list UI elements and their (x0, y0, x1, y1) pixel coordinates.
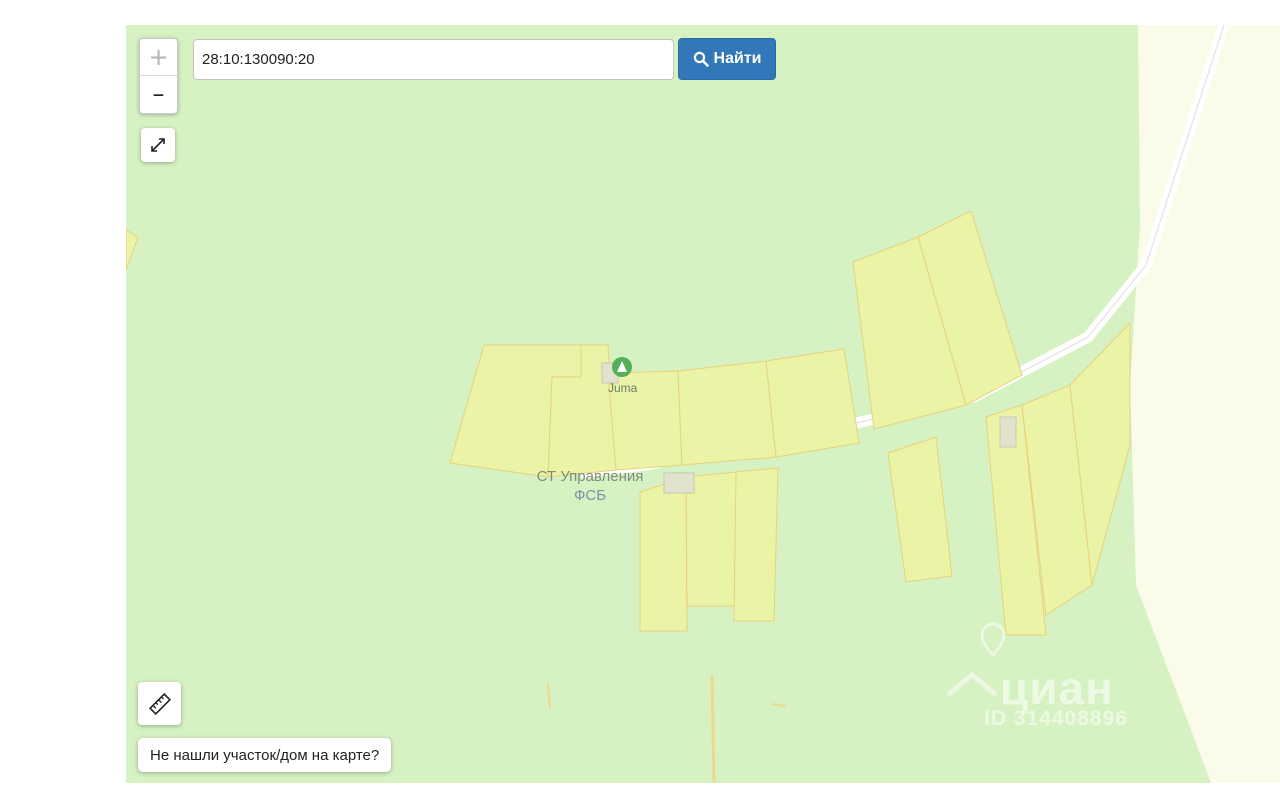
settlement-label-line1: СТ Управления (536, 468, 644, 485)
parcel (765, 348, 860, 458)
not-found-button[interactable]: Не нашли участок/дом на карте? (138, 738, 392, 772)
zoom-in-button[interactable]: + (140, 39, 177, 76)
map-canvas[interactable]: Juma СТ Управления ФСБ циан ID 314408896 (126, 25, 1280, 783)
fullscreen-button[interactable] (141, 128, 175, 162)
search-input[interactable] (193, 39, 674, 80)
watermark-id: ID 314408896 (984, 707, 1128, 730)
search-button-label: Найти (713, 50, 762, 67)
parcel (677, 360, 777, 466)
parcel (126, 229, 139, 271)
page: Juma СТ Управления ФСБ циан ID 314408896… (0, 0, 1280, 800)
zoom-control: + – (139, 38, 178, 114)
settlement-label: СТ Управления ФСБ (510, 467, 670, 505)
path-line (547, 682, 551, 710)
camp-icon[interactable] (612, 357, 632, 377)
search-icon (693, 51, 709, 67)
ruler-button[interactable] (138, 682, 181, 725)
ruler-icon (148, 692, 171, 715)
settlement-label-line2: ФСБ (573, 487, 607, 504)
unmapped-area (1130, 25, 1280, 783)
path-line (710, 674, 716, 783)
path-line (771, 703, 787, 707)
zoom-out-button[interactable]: – (140, 76, 177, 113)
location-pin-icon (946, 622, 1006, 697)
parcel (733, 467, 779, 622)
fullscreen-icon (151, 138, 165, 152)
search-button[interactable]: Найти (678, 38, 776, 80)
parcel (887, 436, 953, 583)
poi-label: Juma (608, 381, 638, 395)
building (999, 416, 1017, 448)
